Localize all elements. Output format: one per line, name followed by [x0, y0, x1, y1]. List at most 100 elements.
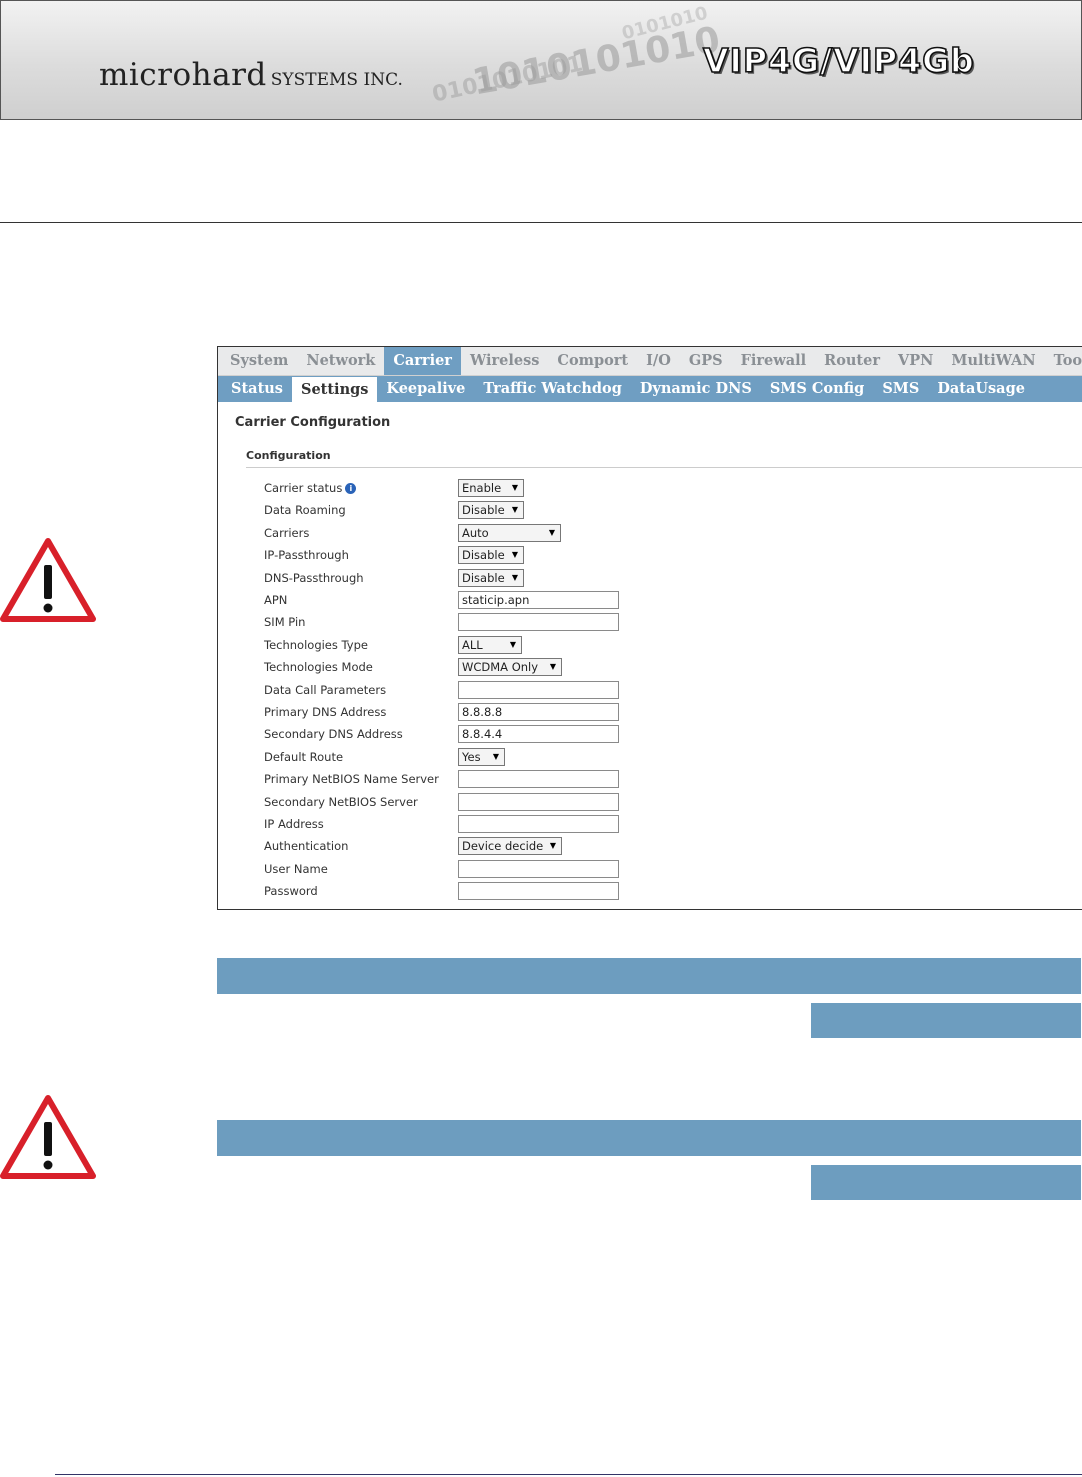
- nav-router[interactable]: Router: [815, 347, 889, 375]
- dns-passthrough-select[interactable]: Disable ▼: [458, 568, 524, 587]
- nav-multiwan[interactable]: MultiWAN: [942, 347, 1044, 375]
- select-value: Auto: [462, 525, 489, 540]
- field-label-text: Default Route: [264, 749, 344, 764]
- ip-passthrough-select[interactable]: Disable ▼: [458, 546, 524, 565]
- form-row-ip-address: IP Address: [264, 815, 664, 835]
- tab-traffic-watchdog[interactable]: Traffic Watchdog: [474, 376, 631, 402]
- carriers-select[interactable]: Auto ▼: [458, 523, 561, 542]
- data-roaming-select[interactable]: Disable ▼: [458, 501, 524, 520]
- nav-system[interactable]: System: [221, 347, 297, 375]
- tab-datausage[interactable]: DataUsage: [928, 376, 1034, 402]
- primary-netbios-name-server-input[interactable]: [458, 770, 619, 789]
- section-title: Configuration: [246, 449, 331, 462]
- company-logo: microhard SYSTEMS INC.: [99, 57, 403, 93]
- sub-navigation: Status Settings Keepalive Traffic Watchd…: [218, 376, 1082, 402]
- section-bar: [217, 1120, 1081, 1156]
- nav-firewall[interactable]: Firewall: [732, 347, 816, 375]
- form-row-secondary-dns-address: Secondary DNS Address 8.8.4.4: [264, 725, 664, 745]
- field-label-text: Secondary NetBIOS Server: [264, 794, 418, 809]
- field-label-text: SIM Pin: [264, 615, 306, 630]
- field-label-text: Primary DNS Address: [264, 705, 387, 719]
- field-label-text: Secondary DNS Address: [264, 727, 403, 742]
- form-row-ip-passthrough: IP-Passthrough Disable ▼: [264, 546, 664, 566]
- nav-comport[interactable]: Comport: [548, 347, 637, 375]
- nav-gps[interactable]: GPS: [680, 347, 732, 375]
- form-row-technologies-mode: Technologies Mode WCDMA Only ▼: [264, 658, 664, 678]
- header-banner: 0101010 1010101010 0101010101 microhard S…: [0, 0, 1082, 120]
- field-label-text: Authentication: [264, 839, 349, 854]
- chevron-down-icon: ▼: [549, 841, 556, 851]
- chevron-down-icon: ▼: [509, 639, 516, 649]
- data-call-parameters-input[interactable]: [458, 680, 619, 699]
- warning-icon: [0, 538, 96, 622]
- select-value: Enable: [462, 481, 502, 495]
- user-name-input[interactable]: [458, 859, 619, 878]
- form-row-technologies-type: Technologies Type ALL ▼: [264, 635, 664, 656]
- chevron-down-icon: ▼: [511, 483, 518, 492]
- form-row-apn: APN staticip.apn: [264, 591, 664, 611]
- select-value: Disable: [462, 503, 505, 518]
- apn-input[interactable]: staticip.apn: [458, 591, 619, 609]
- form-row-primary-netbios-name-server: Primary NetBIOS Name Server: [264, 770, 664, 790]
- primary-dns-address-input[interactable]: 8.8.8.8: [458, 703, 619, 721]
- warning-icon: [0, 1095, 96, 1179]
- field-label-text: Data Call Parameters: [264, 682, 387, 697]
- field-label-text: Data Roaming: [264, 503, 346, 518]
- field-label: Carriers: [264, 526, 309, 540]
- default-route-select[interactable]: Yes ▼: [458, 747, 505, 766]
- form-row-default-route: Default Route Yes ▼: [264, 747, 664, 768]
- technologies-mode-select[interactable]: WCDMA Only ▼: [458, 658, 562, 677]
- field-label: Data Roaming: [264, 503, 346, 517]
- form-row-secondary-netbios-server: Secondary NetBIOS Server: [264, 792, 664, 813]
- field-label: IP-Passthrough: [264, 548, 349, 562]
- product-model: VIP4G/VIP4Gb: [702, 40, 975, 81]
- tab-sms[interactable]: SMS: [873, 376, 928, 402]
- header-divider: [0, 222, 1082, 223]
- authentication-select[interactable]: Device decide ▼: [458, 837, 562, 856]
- carrier-settings-screenshot: System Network Carrier Wireless Comport …: [217, 346, 1082, 910]
- select-value: WCDMA Only: [462, 660, 539, 675]
- nav-vpn[interactable]: VPN: [889, 347, 942, 375]
- tab-keepalive[interactable]: Keepalive: [377, 376, 474, 402]
- select-value: Disable: [462, 570, 505, 585]
- chevron-down-icon: ▼: [548, 527, 555, 537]
- field-label-text: Carriers: [264, 525, 310, 540]
- tab-status[interactable]: Status: [222, 376, 292, 402]
- field-label-text: Password: [264, 884, 318, 899]
- chevron-down-icon: ▼: [511, 505, 518, 515]
- nav-io[interactable]: I/O: [637, 347, 680, 375]
- technologies-type-select[interactable]: ALL ▼: [458, 635, 522, 654]
- field-label: Primary DNS Address: [264, 705, 386, 719]
- field-label: Primary NetBIOS Name Server: [264, 772, 439, 786]
- info-icon[interactable]: i: [345, 483, 357, 494]
- nav-tools[interactable]: Tools: [1045, 347, 1082, 375]
- field-label: Default Route: [264, 750, 343, 764]
- field-label-text: User Name: [264, 861, 328, 876]
- field-label-text: DNS-Passthrough: [264, 570, 364, 585]
- select-value: ALL: [462, 637, 483, 652]
- nav-wireless[interactable]: Wireless: [461, 347, 548, 375]
- field-label: Secondary NetBIOS Server: [264, 795, 418, 809]
- tab-settings[interactable]: Settings: [291, 377, 378, 402]
- secondary-netbios-server-input[interactable]: [458, 792, 619, 811]
- nav-network[interactable]: Network: [297, 347, 384, 375]
- tab-sms-config[interactable]: SMS Config: [761, 376, 873, 402]
- page-title: Carrier Configuration: [235, 415, 391, 430]
- section-bar-short: [811, 1165, 1081, 1200]
- chevron-down-icon: ▼: [549, 662, 556, 672]
- logo-text: microhard: [99, 57, 267, 93]
- top-navigation: System Network Carrier Wireless Comport …: [218, 347, 1082, 376]
- sim-pin-input[interactable]: [458, 613, 619, 632]
- ip-address-input[interactable]: [458, 815, 619, 833]
- password-input[interactable]: [458, 882, 619, 901]
- tab-dynamic-dns[interactable]: Dynamic DNS: [631, 376, 761, 402]
- secondary-dns-address-input[interactable]: 8.8.4.4: [458, 725, 619, 744]
- form-row-sim-pin: SIM Pin: [264, 613, 664, 633]
- section-bar: [217, 958, 1081, 994]
- field-label-text: Primary NetBIOS Name Server: [264, 772, 439, 787]
- chevron-down-icon: ▼: [492, 751, 499, 761]
- carrier-status-select[interactable]: Enable ▼: [458, 479, 524, 497]
- field-label: User Name: [264, 862, 328, 876]
- logo-subtext: SYSTEMS INC.: [270, 70, 403, 90]
- nav-carrier[interactable]: Carrier: [384, 347, 461, 375]
